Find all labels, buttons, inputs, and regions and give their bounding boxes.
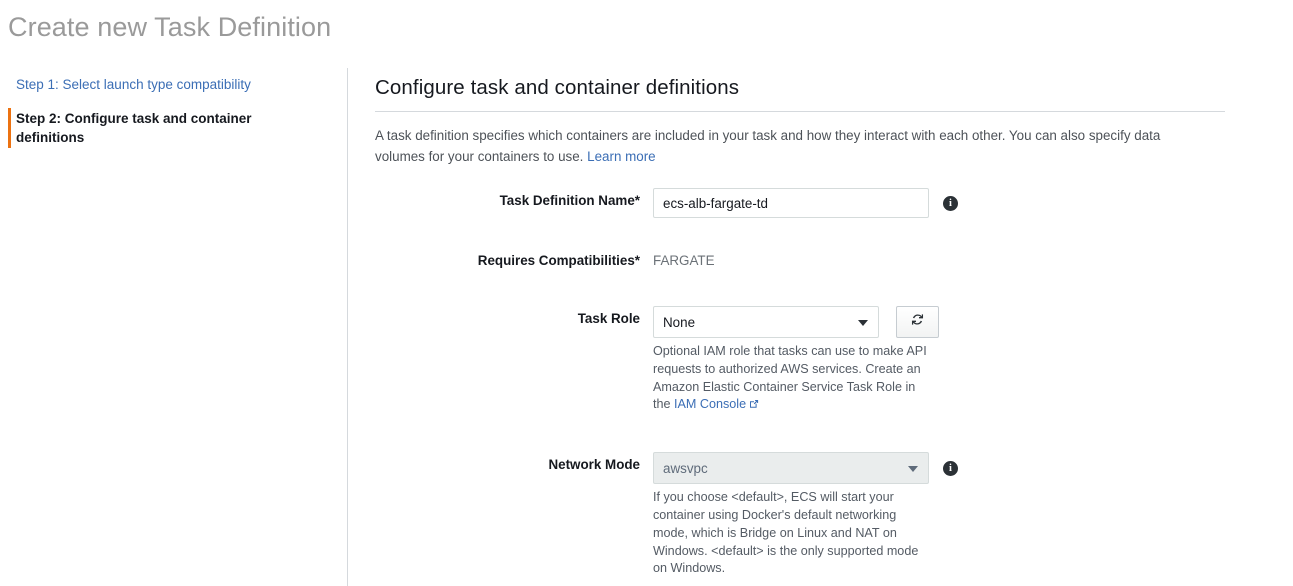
task-definition-form: Task Definition Name* i Requires Compati…	[375, 188, 1275, 578]
task-role-field: None Optional IAM role that tasks can us…	[653, 306, 939, 414]
description-text: A task definition specifies which contai…	[375, 128, 1161, 164]
learn-more-link[interactable]: Learn more	[587, 149, 655, 164]
sidebar-divider	[347, 68, 348, 586]
task-role-label: Task Role	[577, 311, 640, 326]
content-header: Configure task and container definitions…	[375, 76, 1235, 167]
page-title: Create new Task Definition	[8, 12, 332, 42]
section-heading: Configure task and container definitions	[375, 76, 740, 99]
info-icon[interactable]: i	[943, 461, 958, 477]
task-role-select[interactable]: None	[653, 306, 879, 338]
current-step-marker	[8, 108, 11, 148]
task-role-select-wrap: None	[653, 306, 879, 338]
create-task-definition-page: Create new Task Definition Step 1: Selec…	[0, 0, 1293, 586]
iam-console-link-label: IAM Console	[674, 397, 747, 412]
field-row-task-definition-name: Task Definition Name* i	[375, 188, 1275, 218]
task-definition-name-input[interactable]	[653, 188, 929, 218]
sidebar-item-step-2[interactable]: Step 2: Configure task and container def…	[16, 109, 316, 147]
sidebar-item-step-1[interactable]: Step 1: Select launch type compatibility	[16, 75, 316, 94]
network-mode-helper-text: If you choose <default>, ECS will start …	[653, 490, 919, 576]
requires-compatibilities-field: FARGATE	[653, 248, 715, 268]
field-row-requires-compatibilities: Requires Compatibilities* FARGATE	[375, 248, 1275, 268]
field-row-task-role: Task Role None Optional IAM role that ta…	[375, 306, 1275, 414]
heading-divider	[375, 111, 1225, 112]
network-mode-select-wrap: awsvpc	[653, 452, 929, 485]
network-mode-select[interactable]: awsvpc	[653, 452, 929, 485]
requires-compatibilities-value: FARGATE	[653, 253, 715, 268]
iam-console-link[interactable]: IAM Console	[674, 397, 759, 411]
requires-compatibilities-label: Requires Compatibilities*	[477, 253, 640, 268]
task-definition-name-label: Task Definition Name*	[499, 193, 640, 208]
task-definition-name-field: i	[653, 188, 958, 218]
external-link-icon	[749, 399, 759, 409]
task-role-helper-text: Optional IAM role that tasks can use to …	[653, 343, 931, 414]
section-description: A task definition specifies which contai…	[375, 125, 1207, 167]
field-row-network-mode: Network Mode awsvpc i If you choose <def…	[375, 452, 1275, 578]
refresh-roles-button[interactable]	[896, 306, 939, 338]
network-mode-field: awsvpc i If you choose <default>, ECS wi…	[653, 452, 958, 578]
refresh-icon	[910, 312, 925, 332]
info-icon[interactable]: i	[943, 196, 958, 211]
network-mode-label: Network Mode	[548, 457, 640, 473]
